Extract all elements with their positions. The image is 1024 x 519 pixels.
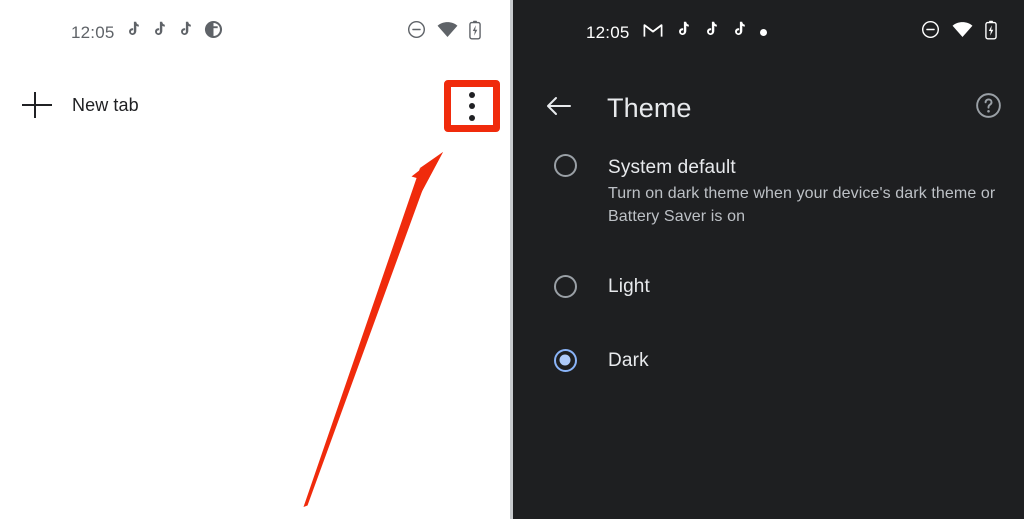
right-status-bar-system-icons (921, 20, 997, 45)
option-title: Dark (608, 349, 649, 371)
tiktok-note-icon (704, 21, 719, 43)
right-status-bar-notifications: 12:05 (586, 20, 767, 44)
option-title: Light (608, 275, 650, 297)
theme-option-system-default[interactable]: System default Turn on dark theme when y… (513, 154, 1024, 228)
status-clock: 12:05 (586, 22, 630, 42)
tab-strip: New tab (0, 75, 513, 137)
new-tab-button[interactable]: New tab (20, 83, 139, 127)
tiktok-note-icon (732, 21, 747, 43)
wifi-icon (952, 21, 973, 43)
plus-icon (20, 88, 54, 122)
option-subtitle: Turn on dark theme when your device's da… (608, 185, 996, 225)
battery-charging-icon (985, 20, 997, 45)
radio-wrap (543, 348, 587, 372)
help-button[interactable] (970, 90, 1006, 126)
left-phone-screen: 12:05 New tab (0, 0, 513, 519)
app-bar: Theme (513, 76, 1024, 138)
theme-option-dark[interactable]: Dark (513, 338, 1024, 382)
back-button[interactable] (539, 88, 579, 128)
notification-dot-icon (759, 28, 767, 36)
right-status-bar: 12:05 (513, 0, 1024, 60)
tiktok-note-icon (152, 21, 167, 43)
gmail-icon (643, 22, 663, 43)
theme-contrast-circle-icon (204, 20, 223, 44)
screenshot-stage: 12:05 New tab 12:05 Theme System default… (0, 0, 1024, 519)
right-phone-screen: 12:05 Theme System default Turn on dark … (513, 0, 1024, 519)
new-tab-label: New tab (72, 94, 139, 115)
theme-options-list: System default Turn on dark theme when y… (513, 150, 1024, 382)
left-status-bar-notifications: 12:05 (71, 20, 223, 44)
option-text: Light (587, 274, 1004, 299)
help-circle-icon (975, 92, 1002, 124)
page-title: Theme (607, 93, 692, 123)
wifi-icon (437, 21, 458, 43)
do-not-disturb-icon (921, 20, 940, 44)
left-status-bar: 12:05 (0, 0, 513, 60)
radio-button-icon[interactable] (553, 154, 577, 177)
back-arrow-icon (545, 94, 573, 123)
tiktok-note-icon (178, 21, 193, 43)
status-clock: 12:05 (71, 22, 115, 42)
option-text: Dark (587, 348, 1004, 373)
battery-charging-icon (469, 20, 481, 45)
overflow-menu-highlight-box (444, 80, 500, 132)
radio-button-icon[interactable] (553, 274, 577, 298)
option-title: System default (608, 157, 736, 178)
tiktok-note-icon (126, 21, 141, 43)
radio-wrap (543, 154, 587, 177)
tiktok-note-icon (676, 21, 691, 43)
radio-wrap (543, 274, 587, 298)
radio-button-selected-icon[interactable] (553, 348, 577, 372)
option-text: System default Turn on dark theme when y… (587, 154, 1004, 228)
left-status-bar-system-icons (407, 20, 481, 45)
do-not-disturb-icon (407, 20, 426, 44)
theme-option-light[interactable]: Light (513, 264, 1024, 308)
